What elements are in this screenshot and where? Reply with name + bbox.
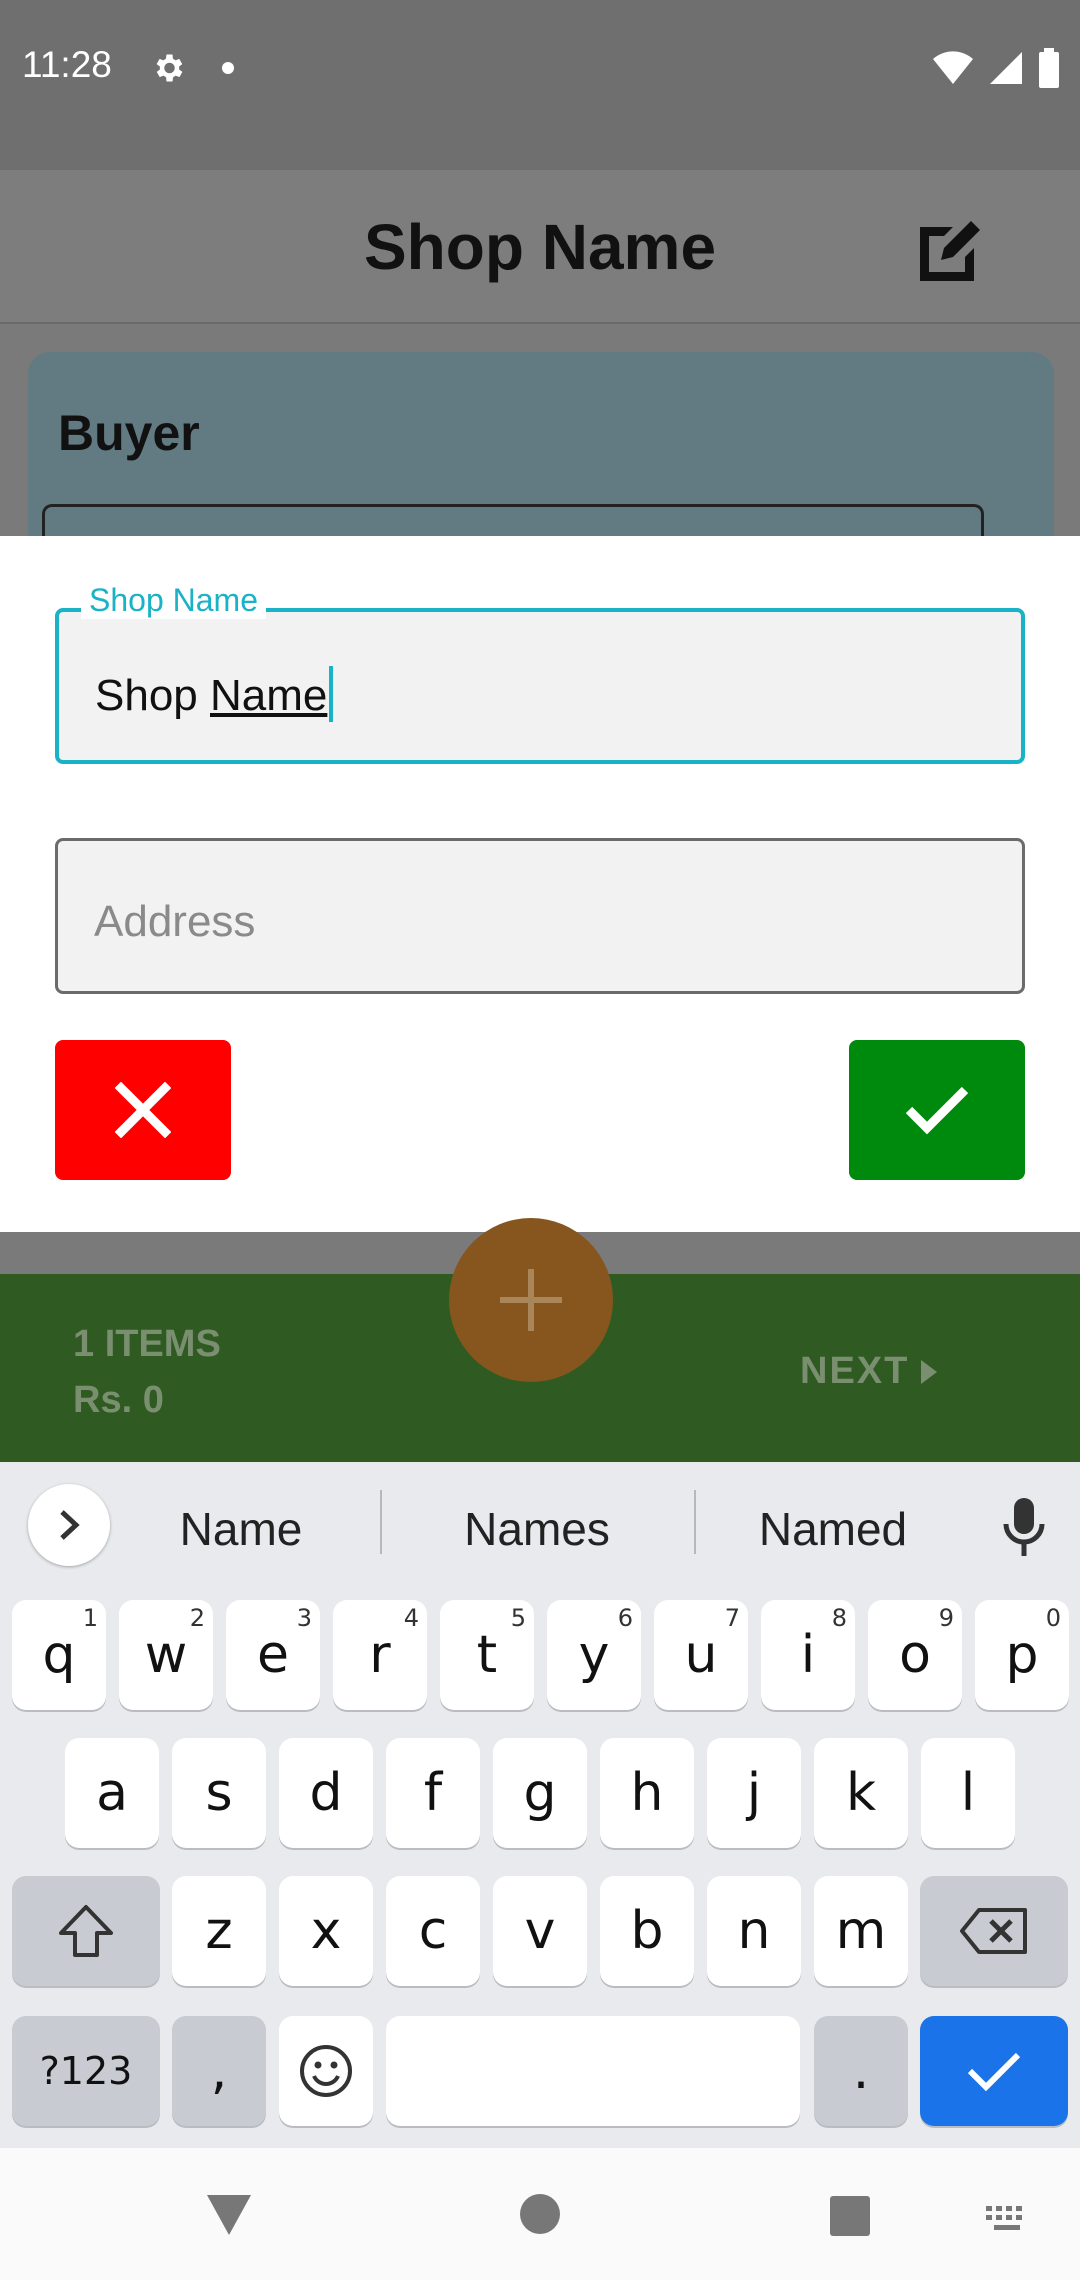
space-bar[interactable] (386, 2016, 800, 2126)
shop-name-value-composing: Name (209, 671, 328, 720)
shift-arrow-icon (59, 1905, 113, 1957)
status-time: 11:28 (22, 44, 112, 85)
settings-gear-icon (156, 54, 183, 82)
status-bar: 11:28 (0, 0, 1080, 170)
next-button[interactable]: NEXT (800, 1350, 939, 1393)
status-icons (932, 48, 1060, 88)
key-z[interactable]: z (172, 1876, 266, 1986)
address-placeholder: Address (94, 897, 256, 946)
emoji-icon (300, 2045, 352, 2097)
key-w[interactable]: w2 (119, 1600, 213, 1710)
home-icon[interactable] (518, 2192, 562, 2236)
chevron-right-icon (60, 1510, 80, 1540)
text-cursor (329, 666, 334, 722)
soft-keyboard: Name Names Named q1 w2 e3 r4 t5 y6 u7 i8… (0, 1462, 1080, 2148)
cancel-button[interactable] (55, 1040, 231, 1180)
backspace-key[interactable] (920, 1876, 1068, 1986)
shop-name-label: Shop Name (81, 582, 266, 619)
key-s[interactable]: s (172, 1738, 266, 1848)
keyboard-switch-icon[interactable] (984, 2204, 1030, 2234)
enter-key[interactable] (920, 2016, 1068, 2126)
key-x[interactable]: x (279, 1876, 373, 1986)
key-m[interactable]: m (814, 1876, 908, 1986)
wifi-icon (933, 51, 973, 84)
key-i[interactable]: i8 (761, 1600, 855, 1710)
key-p[interactable]: p0 (975, 1600, 1069, 1710)
microphone-icon[interactable] (1002, 1496, 1046, 1558)
key-u[interactable]: u7 (654, 1600, 748, 1710)
key-t[interactable]: t5 (440, 1600, 534, 1710)
shift-key[interactable] (12, 1876, 160, 1986)
content-area: Buyer (0, 324, 1080, 564)
confirm-button[interactable] (849, 1040, 1025, 1180)
suggestion-2[interactable]: Names (420, 1502, 654, 1556)
back-icon[interactable] (204, 2192, 254, 2238)
close-icon (115, 1082, 171, 1138)
shop-name-value[interactable]: Shop Name (95, 666, 334, 722)
edit-icon[interactable] (914, 215, 986, 287)
suggestion-3[interactable]: Named (722, 1502, 944, 1556)
comma-key[interactable]: , (172, 2016, 266, 2126)
key-a[interactable]: a (65, 1738, 159, 1848)
key-k[interactable]: k (814, 1738, 908, 1848)
suggestion-divider (380, 1490, 382, 1554)
buyer-title: Buyer (58, 405, 200, 461)
play-arrow-icon (921, 1359, 938, 1384)
items-count: 1 ITEMS (73, 1323, 221, 1365)
period-key[interactable]: . (814, 2016, 908, 2126)
key-o[interactable]: o9 (868, 1600, 962, 1710)
expand-toolbar-button[interactable] (28, 1484, 110, 1566)
key-d[interactable]: d (279, 1738, 373, 1848)
shop-name-input[interactable]: Shop Name Shop Name (55, 582, 1025, 764)
suggestion-divider (694, 1490, 696, 1554)
key-r[interactable]: r4 (333, 1600, 427, 1710)
address-input[interactable]: Address (55, 838, 1025, 994)
key-l[interactable]: l (921, 1738, 1015, 1848)
check-icon (905, 1086, 969, 1135)
check-icon (967, 2052, 1021, 2092)
order-total: Rs. 0 (73, 1379, 164, 1421)
key-c[interactable]: c (386, 1876, 480, 1986)
key-j[interactable]: j (707, 1738, 801, 1848)
edit-shop-dialog: Shop Name Shop Name Address (0, 536, 1080, 1232)
navigation-bar (0, 2148, 1080, 2280)
add-item-fab[interactable] (449, 1218, 613, 1382)
cellular-signal-icon (990, 52, 1022, 84)
notification-dot-icon (222, 62, 234, 74)
key-f[interactable]: f (386, 1738, 480, 1848)
backspace-icon (960, 1908, 1027, 1954)
shop-name-value-prefix: Shop (95, 671, 210, 720)
suggestion-strip: Name Names Named (0, 1462, 1080, 1582)
key-h[interactable]: h (600, 1738, 694, 1848)
order-summary: 1 ITEMS Rs. 0 (73, 1316, 221, 1428)
key-e[interactable]: e3 (226, 1600, 320, 1710)
key-g[interactable]: g (493, 1738, 587, 1848)
next-label: NEXT (800, 1350, 910, 1392)
battery-icon (1039, 48, 1059, 88)
key-n[interactable]: n (707, 1876, 801, 1986)
plus-icon (500, 1269, 562, 1331)
key-y[interactable]: y6 (547, 1600, 641, 1710)
suggestion-1[interactable]: Name (130, 1502, 352, 1556)
emoji-key[interactable] (279, 2016, 373, 2126)
app-bar: Shop Name (0, 170, 1080, 324)
symbols-key[interactable]: ?123 (12, 2016, 160, 2126)
key-v[interactable]: v (493, 1876, 587, 1986)
recents-icon[interactable] (828, 2194, 872, 2238)
key-q[interactable]: q1 (12, 1600, 106, 1710)
key-b[interactable]: b (600, 1876, 694, 1986)
